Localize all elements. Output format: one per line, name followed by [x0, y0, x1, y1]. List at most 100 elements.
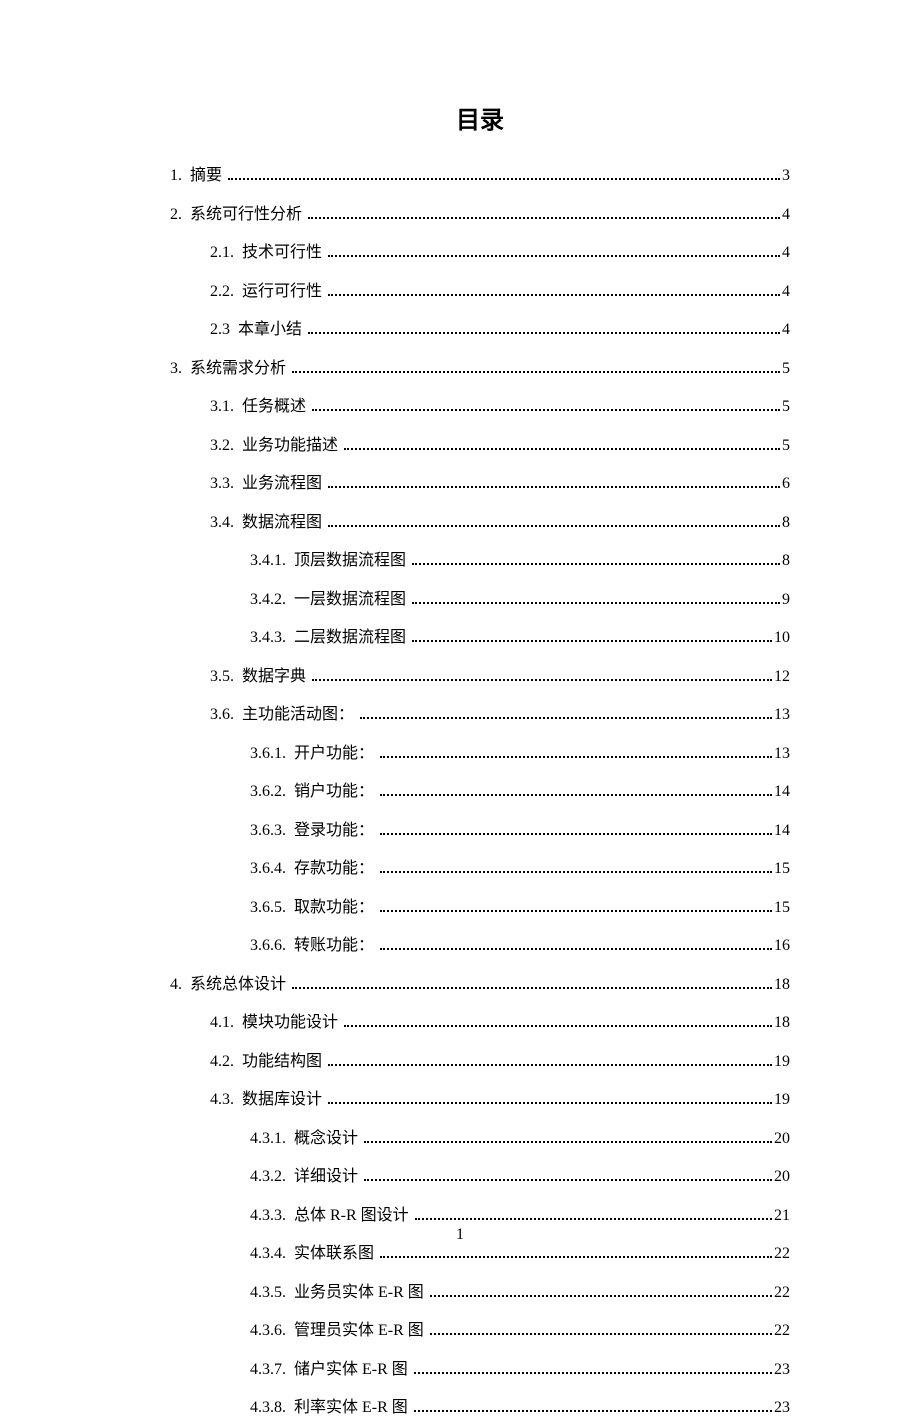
toc-entry-label: 3.3. 业务流程图 [210, 469, 326, 493]
toc-entry-label: 4.3.8. 利率实体 E-R 图 [250, 1393, 412, 1417]
toc-entry[interactable]: 3.2. 业务功能描述 5 [170, 431, 790, 455]
toc-entry-page: 22 [774, 1245, 790, 1263]
toc-entry-label: 3.4.3. 二层数据流程图 [250, 623, 410, 647]
toc-entry[interactable]: 3.6.3. 登录功能： 14 [170, 816, 790, 840]
toc-leader-dots [380, 910, 772, 912]
toc-leader-dots [328, 1064, 772, 1066]
toc-entry-page: 12 [774, 668, 790, 686]
toc-entry-label: 3.6.6. 转账功能： [250, 931, 378, 955]
toc-leader-dots [380, 794, 772, 796]
toc-entry[interactable]: 4.3. 数据库设计 19 [170, 1085, 790, 1109]
toc-entry[interactable]: 4.3.8. 利率实体 E-R 图 23 [170, 1393, 790, 1417]
toc-entry-page: 3 [782, 167, 790, 185]
toc-leader-dots [380, 948, 772, 950]
toc-entry-label: 3.6.4. 存款功能： [250, 854, 378, 878]
toc-entry-label: 4.2. 功能结构图 [210, 1047, 326, 1071]
toc-entry[interactable]: 3.3. 业务流程图 6 [170, 469, 790, 493]
toc-leader-dots [430, 1295, 772, 1297]
toc-entry[interactable]: 3.4. 数据流程图 8 [170, 508, 790, 532]
toc-entry-page: 21 [774, 1207, 790, 1225]
toc-entry-label: 3.4.2. 一层数据流程图 [250, 585, 410, 609]
toc-entry[interactable]: 4. 系统总体设计 18 [170, 970, 790, 994]
toc-entry[interactable]: 3.5. 数据字典 12 [170, 662, 790, 686]
toc-leader-dots [312, 409, 780, 411]
toc-entry[interactable]: 1. 摘要 3 [170, 161, 790, 185]
toc-entry-label: 3.6.5. 取款功能： [250, 893, 378, 917]
toc-entry-label: 4.3.3. 总体 R-R 图设计 [250, 1201, 413, 1225]
toc-leader-dots [344, 1025, 772, 1027]
toc-entry-label: 3.4.1. 顶层数据流程图 [250, 546, 410, 570]
toc-leader-dots [328, 1102, 772, 1104]
toc-entry-page: 14 [774, 822, 790, 840]
toc-entry[interactable]: 3.6. 主功能活动图： 13 [170, 700, 790, 724]
toc-entry[interactable]: 4.3.1. 概念设计 20 [170, 1124, 790, 1148]
toc-entry-page: 14 [774, 783, 790, 801]
toc-entry[interactable]: 4.2. 功能结构图 19 [170, 1047, 790, 1071]
toc-entry-page: 5 [782, 398, 790, 416]
toc-entry[interactable]: 3.6.5. 取款功能： 15 [170, 893, 790, 917]
document-page: 目录 1. 摘要 32. 系统可行性分析 42.1. 技术可行性 42.2. 运… [0, 0, 920, 1302]
toc-leader-dots [380, 1256, 772, 1258]
toc-leader-dots [360, 717, 772, 719]
toc-leader-dots [414, 1372, 772, 1374]
toc-entry-label: 4.3. 数据库设计 [210, 1085, 326, 1109]
toc-leader-dots [328, 294, 780, 296]
toc-entry[interactable]: 3.1. 任务概述 5 [170, 392, 790, 416]
toc-entry[interactable]: 4.3.6. 管理员实体 E-R 图 22 [170, 1316, 790, 1340]
toc-entry-page: 19 [774, 1091, 790, 1109]
toc-entry-page: 5 [782, 437, 790, 455]
page-number: 1 [0, 1226, 920, 1244]
toc-entry[interactable]: 3. 系统需求分析 5 [170, 354, 790, 378]
toc-entry-page: 20 [774, 1130, 790, 1148]
toc-leader-dots [380, 756, 772, 758]
toc-entry-page: 18 [774, 1014, 790, 1032]
toc-entry-label: 4.3.1. 概念设计 [250, 1124, 362, 1148]
toc-entry-label: 2.2. 运行可行性 [210, 277, 326, 301]
toc-entry[interactable]: 3.6.1. 开户功能： 13 [170, 739, 790, 763]
toc-entry-label: 2. 系统可行性分析 [170, 200, 306, 224]
toc-entry-label: 1. 摘要 [170, 161, 226, 185]
toc-entry-page: 19 [774, 1053, 790, 1071]
toc-entry-label: 3.4. 数据流程图 [210, 508, 326, 532]
toc-entry[interactable]: 3.4.2. 一层数据流程图 9 [170, 585, 790, 609]
toc-entry-label: 3.6.1. 开户功能： [250, 739, 378, 763]
toc-entry[interactable]: 2. 系统可行性分析 4 [170, 200, 790, 224]
toc-entry[interactable]: 4.3.7. 储户实体 E-R 图 23 [170, 1355, 790, 1379]
toc-entry-page: 8 [782, 552, 790, 570]
toc-entry[interactable]: 3.6.4. 存款功能： 15 [170, 854, 790, 878]
toc-entry[interactable]: 3.4.3. 二层数据流程图 10 [170, 623, 790, 647]
toc-entry-page: 10 [774, 629, 790, 647]
toc-entry[interactable]: 3.6.2. 销户功能： 14 [170, 777, 790, 801]
toc-entry-page: 22 [774, 1284, 790, 1302]
toc-entry-page: 23 [774, 1361, 790, 1379]
toc-entry[interactable]: 3.4.1. 顶层数据流程图 8 [170, 546, 790, 570]
toc-leader-dots [412, 563, 780, 565]
toc-leader-dots [308, 217, 780, 219]
toc-entry-label: 3.2. 业务功能描述 [210, 431, 342, 455]
toc-entry[interactable]: 3.6.6. 转账功能： 16 [170, 931, 790, 955]
toc-entry-page: 4 [782, 283, 790, 301]
toc-entry-page: 23 [774, 1399, 790, 1417]
toc-leader-dots [328, 525, 780, 527]
toc-leader-dots [328, 255, 780, 257]
toc-entry-label: 3.6. 主功能活动图： [210, 700, 358, 724]
toc-entry-page: 15 [774, 860, 790, 878]
toc-entry[interactable]: 2.2. 运行可行性 4 [170, 277, 790, 301]
toc-entry[interactable]: 4.3.5. 业务员实体 E-R 图 22 [170, 1278, 790, 1302]
toc-entry-page: 4 [782, 244, 790, 262]
toc-entry[interactable]: 4.1. 模块功能设计 18 [170, 1008, 790, 1032]
toc-entry[interactable]: 4.3.3. 总体 R-R 图设计 21 [170, 1201, 790, 1225]
toc-leader-dots [312, 679, 772, 681]
toc-entry[interactable]: 2.3 本章小结 4 [170, 315, 790, 339]
toc-entry[interactable]: 2.1. 技术可行性 4 [170, 238, 790, 262]
toc-leader-dots [344, 448, 780, 450]
toc-entry[interactable]: 4.3.2. 详细设计 20 [170, 1162, 790, 1186]
toc-entry-page: 16 [774, 937, 790, 955]
toc-leader-dots [430, 1333, 772, 1335]
toc-leader-dots [380, 871, 772, 873]
toc-entry-page: 5 [782, 360, 790, 378]
toc-entry-label: 3.6.3. 登录功能： [250, 816, 378, 840]
toc-leader-dots [228, 178, 780, 180]
toc-leader-dots [364, 1141, 772, 1143]
toc-entry-label: 4. 系统总体设计 [170, 970, 290, 994]
